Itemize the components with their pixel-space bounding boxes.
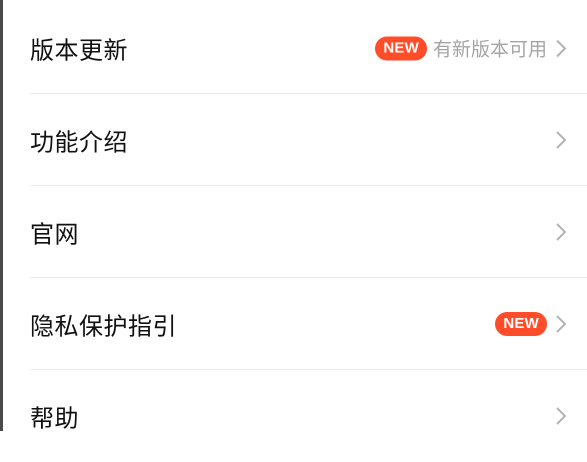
settings-list: 版本更新 NEW 有新版本可用 功能介绍 官网 隐私保护指引 NEW 帮助 xyxy=(0,2,587,462)
update-status-text: 有新版本可用 xyxy=(432,38,547,61)
settings-item-help[interactable]: 帮助 xyxy=(0,370,587,462)
settings-item-version-update[interactable]: 版本更新 NEW 有新版本可用 xyxy=(0,2,587,94)
chevron-right-icon xyxy=(553,313,569,335)
settings-item-label: 版本更新 xyxy=(30,36,128,65)
settings-item-feature-intro[interactable]: 功能介绍 xyxy=(0,94,587,186)
chevron-right-icon xyxy=(553,37,569,59)
settings-item-privacy-guide[interactable]: 隐私保护指引 NEW xyxy=(0,278,587,370)
settings-item-label: 功能介绍 xyxy=(30,128,128,157)
settings-item-accessory: NEW xyxy=(495,312,569,336)
settings-item-official-site[interactable]: 官网 xyxy=(0,186,587,278)
settings-item-label: 隐私保护指引 xyxy=(30,312,177,341)
settings-item-label: 帮助 xyxy=(30,404,79,433)
chevron-right-icon xyxy=(553,129,569,151)
settings-item-accessory xyxy=(553,221,569,243)
new-badge: NEW xyxy=(375,36,427,60)
new-badge: NEW xyxy=(495,312,547,336)
settings-item-label: 官网 xyxy=(30,220,79,249)
settings-item-accessory xyxy=(553,129,569,151)
chevron-right-icon xyxy=(553,405,569,427)
settings-item-accessory: NEW 有新版本可用 xyxy=(375,35,569,62)
chevron-right-icon xyxy=(553,221,569,243)
settings-item-accessory xyxy=(553,405,569,427)
